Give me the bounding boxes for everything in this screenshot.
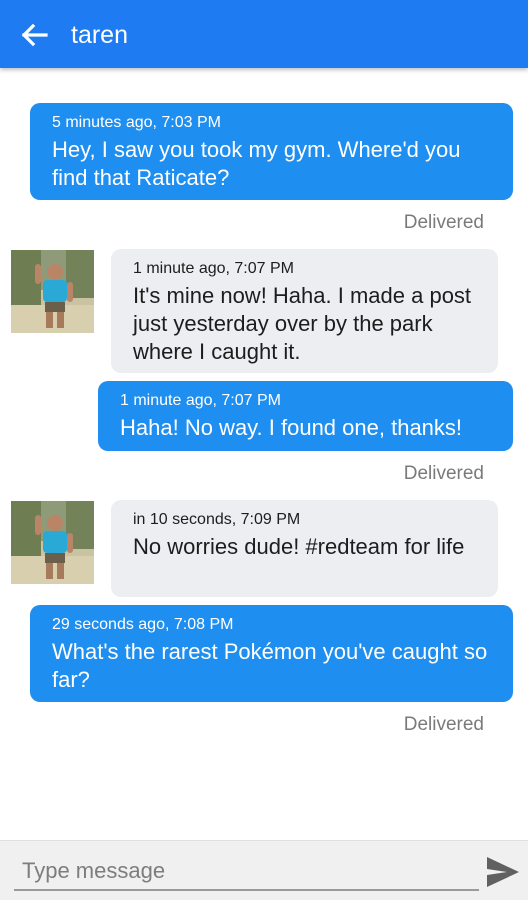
- delivery-status: Delivered: [403, 714, 484, 735]
- message-text: What's the rarest Pokémon you've caught …: [52, 639, 488, 692]
- message-text: Haha! No way. I found one, thanks!: [120, 415, 463, 440]
- delivery-status: Delivered: [403, 212, 484, 233]
- message-text: It's mine now! Haha. I made a post just …: [133, 283, 472, 364]
- arrow-left-icon: [21, 23, 48, 47]
- message-timestamp: 1 minute ago, 7:07 PM: [133, 260, 294, 277]
- avatar-photo: [11, 250, 94, 333]
- delivery-status: Delivered: [403, 463, 484, 484]
- avatar[interactable]: [11, 250, 94, 333]
- incoming-message-bubble[interactable]: 1 minute ago, 7:07 PM It's mine now! Hah…: [111, 249, 498, 373]
- message-timestamp: in 10 seconds, 7:09 PM: [133, 511, 301, 528]
- message-list[interactable]: 5 minutes ago, 7:03 PM Hey, I saw you to…: [0, 68, 528, 840]
- send-icon: [487, 857, 519, 887]
- send-button[interactable]: [484, 853, 522, 891]
- outgoing-message-bubble[interactable]: 1 minute ago, 7:07 PM Haha! No way. I fo…: [98, 381, 513, 451]
- message-text: Hey, I saw you took my gym. Where'd you …: [52, 137, 461, 190]
- message-input[interactable]: [14, 853, 479, 891]
- message-timestamp: 1 minute ago, 7:07 PM: [120, 392, 281, 409]
- app-header: taren: [0, 0, 528, 68]
- avatar-photo: [11, 501, 94, 584]
- conversation-title: taren: [71, 21, 128, 49]
- outgoing-message-bubble[interactable]: 5 minutes ago, 7:03 PM Hey, I saw you to…: [30, 103, 513, 200]
- avatar[interactable]: [11, 501, 94, 584]
- outgoing-message-bubble[interactable]: 29 seconds ago, 7:08 PM What's the rares…: [30, 605, 513, 702]
- incoming-message-bubble[interactable]: in 10 seconds, 7:09 PM No worries dude! …: [111, 500, 498, 597]
- back-button[interactable]: [14, 18, 54, 52]
- composer-bar: [0, 840, 528, 900]
- message-timestamp: 29 seconds ago, 7:08 PM: [52, 616, 234, 633]
- message-text: No worries dude! #redteam for life: [133, 534, 465, 559]
- message-timestamp: 5 minutes ago, 7:03 PM: [52, 114, 221, 131]
- chat-screen: taren 5 minutes ago, 7:03 PM Hey, I saw …: [0, 0, 528, 900]
